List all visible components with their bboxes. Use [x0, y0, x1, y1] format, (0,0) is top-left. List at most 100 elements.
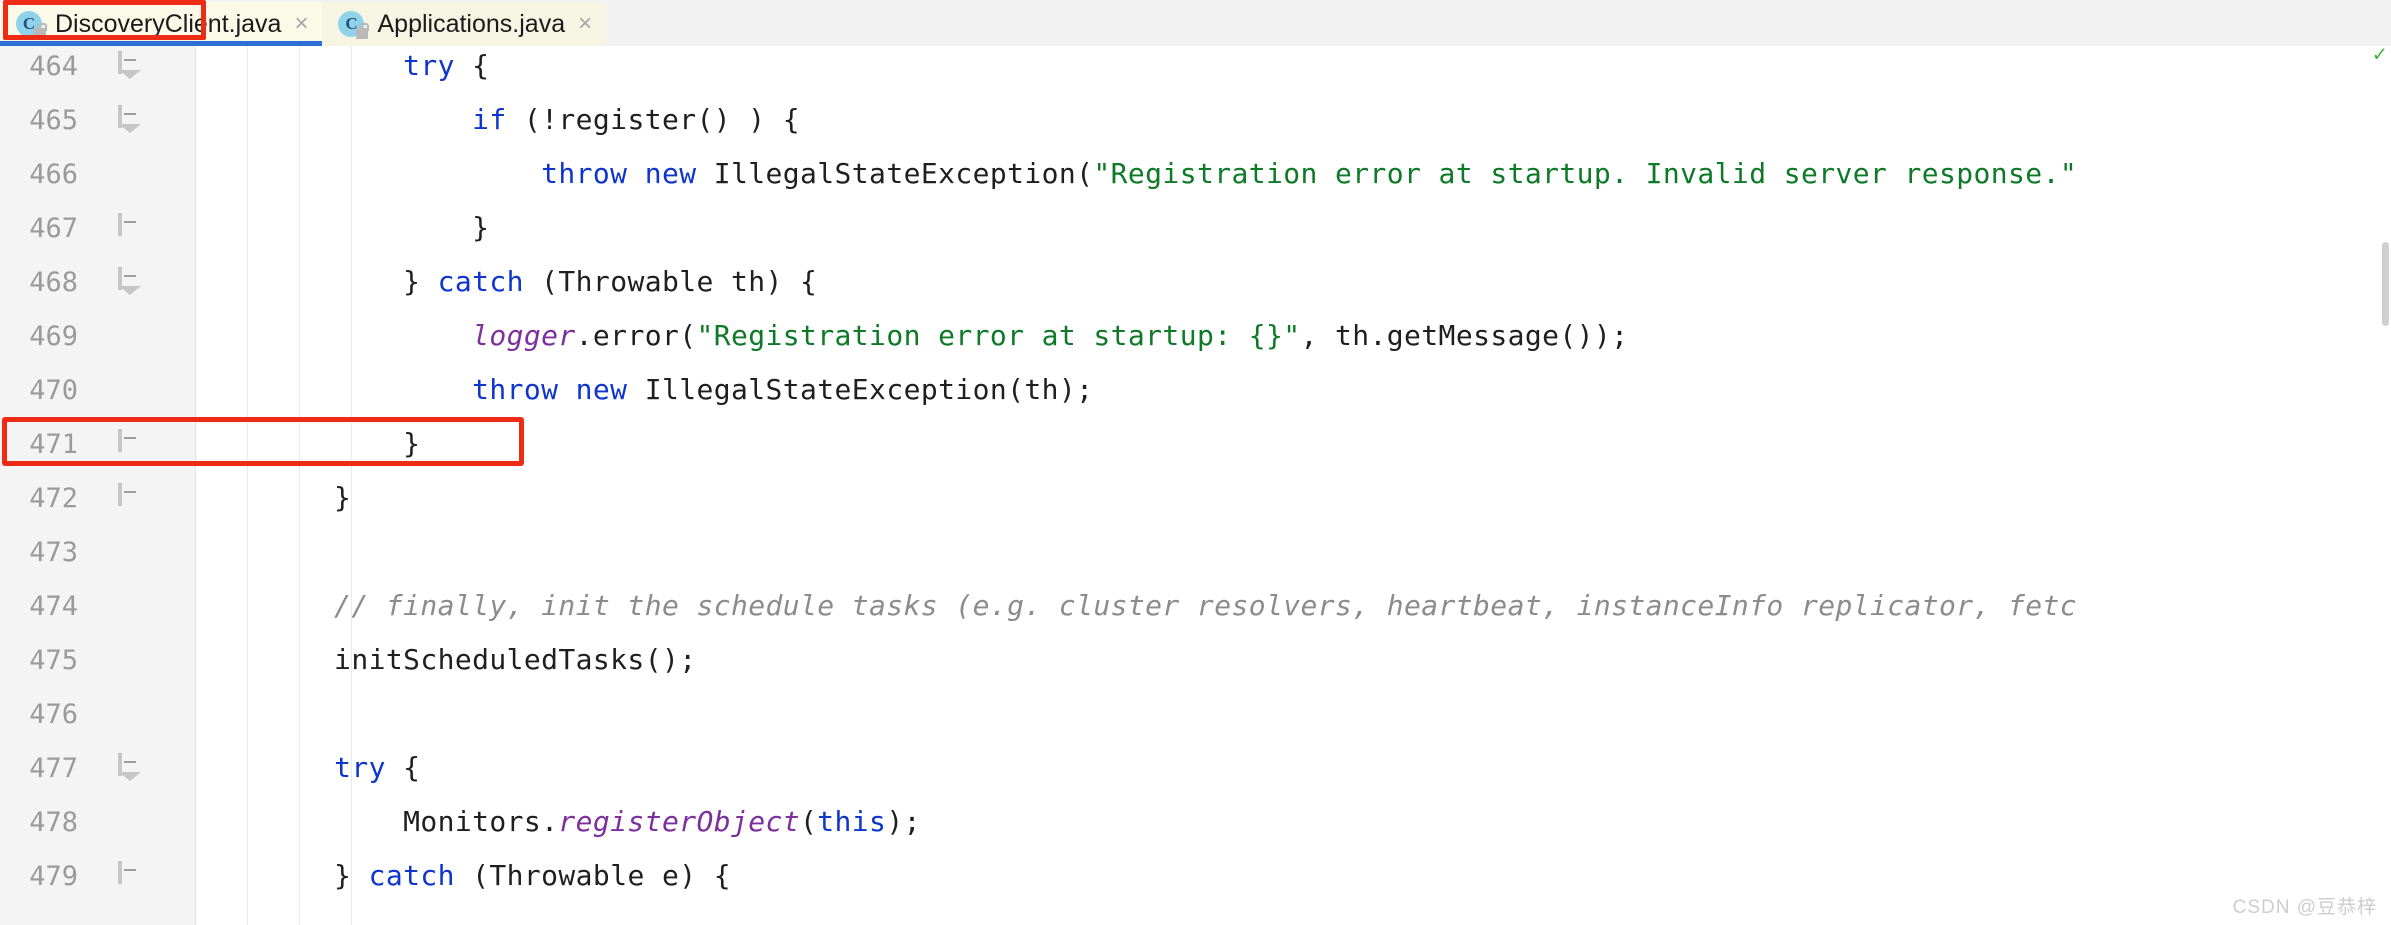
- code-fold-icon[interactable]: [118, 50, 142, 80]
- code-editor[interactable]: 464 465 466 467 468 469 470 471 472 473 474 475 476 4…: [0, 44, 2391, 925]
- code-fold-icon[interactable]: [118, 104, 142, 134]
- code-line[interactable]: // finally, init the schedule tasks (e.g…: [196, 579, 2391, 633]
- code-fold-icon[interactable]: [118, 266, 142, 296]
- code-token: (Throwable e) {: [454, 859, 731, 892]
- line-number: 477: [29, 752, 78, 784]
- code-token: throw new: [472, 373, 628, 406]
- code-fold-icon[interactable]: [118, 428, 142, 458]
- line-number: 472: [29, 482, 78, 514]
- line-number: 468: [29, 266, 78, 298]
- tab-label: Applications.java: [377, 9, 566, 38]
- line-number: 470: [29, 374, 78, 406]
- lock-icon: [34, 23, 47, 39]
- code-token: (!register() ) {: [506, 103, 801, 136]
- close-icon[interactable]: ×: [576, 12, 592, 36]
- tab-applications-java[interactable]: C Applications.java ×: [322, 2, 607, 46]
- vertical-scrollbar-thumb[interactable]: [2382, 242, 2389, 326]
- code-token: }: [196, 481, 352, 514]
- code-token: IllegalStateException(th);: [627, 373, 1094, 406]
- code-line[interactable]: throw new IllegalStateException(th);: [196, 363, 2391, 417]
- line-number: 469: [29, 320, 78, 352]
- code-token: "Registration error at startup. Invalid …: [1093, 157, 2078, 190]
- code-line[interactable]: [196, 525, 2391, 579]
- code-token: catch: [437, 265, 524, 298]
- code-line[interactable]: initScheduledTasks();: [196, 633, 2391, 687]
- code-line[interactable]: }: [196, 471, 2391, 525]
- code-token: try: [334, 751, 386, 784]
- line-number: 466: [29, 158, 78, 190]
- code-line[interactable]: }: [196, 201, 2391, 255]
- gutter-line[interactable]: 465: [0, 93, 196, 147]
- inspection-status-icon[interactable]: ✓: [2373, 44, 2387, 66]
- gutter-line[interactable]: 473: [0, 525, 196, 579]
- watermark: CSDN @豆恭梓: [2232, 897, 2377, 918]
- gutter-line[interactable]: 467: [0, 201, 196, 255]
- code-token: throw new: [541, 157, 697, 190]
- gutter-line[interactable]: 470: [0, 363, 196, 417]
- editor-tab-bar: C DiscoveryClient.java × C Applications.…: [0, 0, 2391, 46]
- code-token: // finally, init the schedule tasks (e.g…: [196, 589, 2078, 622]
- code-line[interactable]: Monitors.registerObject(this);: [196, 795, 2391, 849]
- code-token: if: [472, 103, 507, 136]
- code-token: try: [403, 49, 455, 82]
- line-number: 474: [29, 590, 78, 622]
- code-token: , th.getMessage());: [1300, 319, 1629, 352]
- close-icon[interactable]: ×: [292, 12, 308, 36]
- line-number: 465: [29, 104, 78, 136]
- line-number: 478: [29, 806, 78, 838]
- code-token: }: [196, 265, 438, 298]
- code-content-area[interactable]: try { if (!register() ) { throw new Ille…: [196, 46, 2391, 925]
- code-line[interactable]: if (!register() ) {: [196, 93, 2391, 147]
- code-line[interactable]: }: [196, 417, 2391, 471]
- gutter-line[interactable]: 469: [0, 309, 196, 363]
- gutter-line[interactable]: 472: [0, 471, 196, 525]
- code-token: {: [454, 49, 490, 82]
- code-fold-icon[interactable]: [118, 482, 142, 512]
- gutter-line[interactable]: 479: [0, 849, 196, 903]
- code-token: );: [886, 805, 921, 838]
- code-line[interactable]: try {: [196, 741, 2391, 795]
- code-fold-icon[interactable]: [118, 212, 142, 242]
- code-fold-icon[interactable]: [118, 752, 142, 782]
- code-token: }: [196, 859, 369, 892]
- code-token: }: [196, 211, 490, 244]
- line-number: 467: [29, 212, 78, 244]
- code-line[interactable]: throw new IllegalStateException("Registr…: [196, 147, 2391, 201]
- editor-gutter[interactable]: 464 465 466 467 468 469 470 471 472 473 474 475 476 4…: [0, 46, 196, 925]
- code-token: (: [800, 805, 818, 838]
- code-token: {: [385, 751, 421, 784]
- code-token: (Throwable th) {: [523, 265, 818, 298]
- gutter-line[interactable]: 468: [0, 255, 196, 309]
- gutter-line[interactable]: 471: [0, 417, 196, 471]
- tab-label: DiscoveryClient.java: [55, 9, 282, 38]
- gutter-line[interactable]: 476: [0, 687, 196, 741]
- gutter-line[interactable]: 464: [0, 39, 196, 93]
- code-line[interactable]: try {: [196, 46, 2391, 93]
- line-number: 464: [29, 50, 78, 82]
- code-line[interactable]: logger.error("Registration error at star…: [196, 309, 2391, 363]
- code-token: "Registration error at startup: {}": [696, 319, 1301, 352]
- line-number: 471: [29, 428, 78, 460]
- code-token: logger: [472, 319, 576, 352]
- gutter-line[interactable]: 466: [0, 147, 196, 201]
- code-line[interactable]: } catch (Throwable th) {: [196, 255, 2391, 309]
- code-fold-icon[interactable]: [118, 860, 142, 890]
- java-class-icon: C: [338, 10, 370, 39]
- code-token: }: [196, 427, 421, 460]
- line-number: 475: [29, 644, 78, 676]
- gutter-line[interactable]: 478: [0, 795, 196, 849]
- gutter-line[interactable]: 477: [0, 741, 196, 795]
- code-line[interactable]: [196, 687, 2391, 741]
- code-token: initScheduledTasks();: [196, 643, 697, 676]
- line-number: 473: [29, 536, 78, 568]
- code-token: registerObject: [558, 805, 801, 838]
- lock-icon: [356, 23, 370, 39]
- code-line[interactable]: } catch (Throwable e) {: [196, 849, 2391, 903]
- gutter-line[interactable]: 475: [0, 633, 196, 687]
- gutter-line[interactable]: 474: [0, 579, 196, 633]
- line-number: 476: [29, 698, 78, 730]
